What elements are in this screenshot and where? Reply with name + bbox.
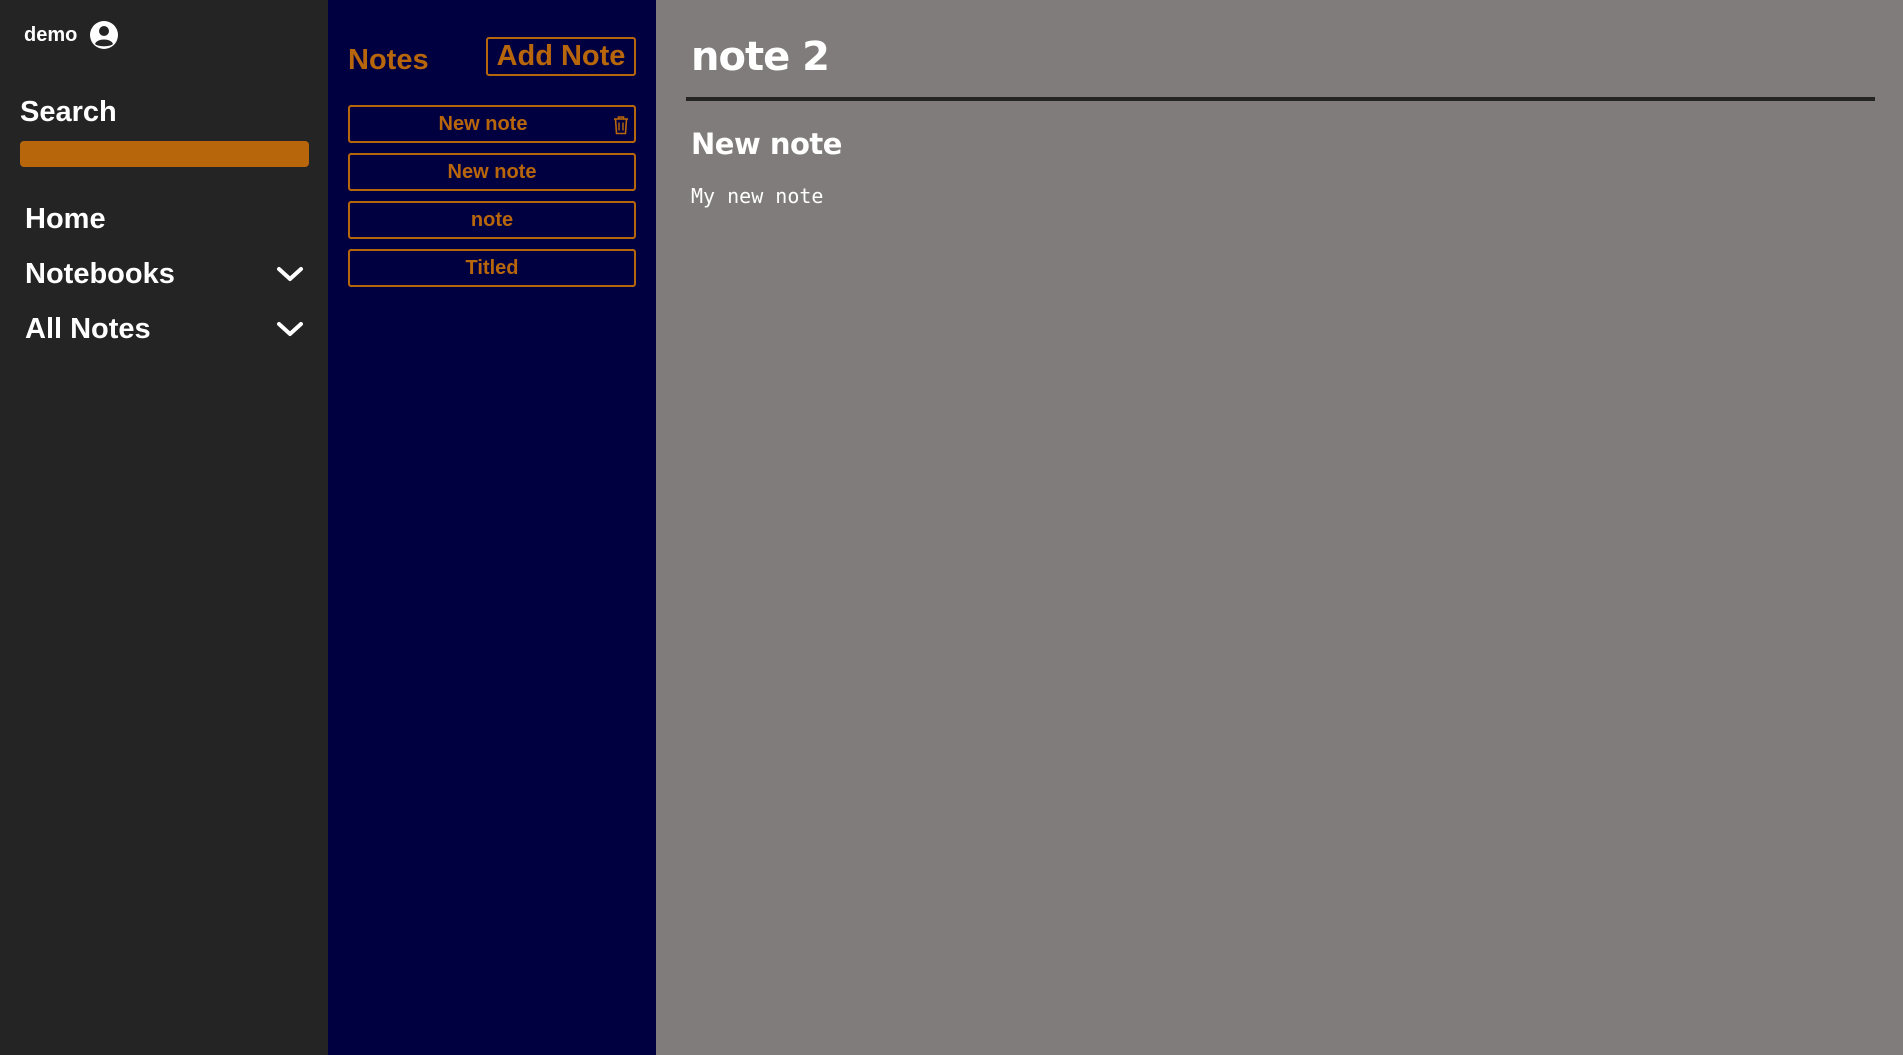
nav-item-all-notes[interactable]: All Notes bbox=[25, 307, 305, 351]
note-list-item[interactable]: Titled bbox=[348, 249, 636, 287]
note-list-item[interactable]: note bbox=[348, 201, 636, 239]
note-title[interactable]: note 2 bbox=[691, 34, 830, 80]
note-content-heading[interactable]: New note bbox=[691, 127, 842, 161]
username: demo bbox=[24, 23, 78, 46]
chevron-down-icon[interactable] bbox=[275, 314, 305, 344]
note-list-item-title: note bbox=[470, 208, 514, 231]
notes-panel: Notes Add Note New note New note note Ti… bbox=[328, 0, 656, 1055]
add-note-button[interactable]: Add Note bbox=[486, 37, 636, 76]
sidebar: demo Search Home Notebooks All Notes bbox=[0, 0, 328, 1055]
title-divider bbox=[686, 97, 1875, 101]
nav-item-notebooks[interactable]: Notebooks bbox=[25, 252, 305, 296]
user-profile[interactable]: demo bbox=[24, 20, 119, 50]
nav-item-label: All Notes bbox=[25, 312, 151, 345]
note-list-item-title: Titled bbox=[465, 256, 519, 279]
user-circle-icon[interactable] bbox=[89, 20, 119, 50]
search-input[interactable] bbox=[20, 141, 309, 167]
nav-item-home[interactable]: Home bbox=[25, 197, 305, 241]
nav-item-label: Home bbox=[25, 202, 106, 235]
chevron-down-icon[interactable] bbox=[275, 259, 305, 289]
note-editor: note 2 New note My new note bbox=[656, 0, 1903, 1055]
note-list-item[interactable]: New note bbox=[348, 153, 636, 191]
trash-icon[interactable] bbox=[612, 115, 630, 135]
note-content-body[interactable]: My new note bbox=[691, 184, 823, 208]
note-list-item-title: New note bbox=[438, 112, 528, 135]
note-list-item[interactable]: New note bbox=[348, 105, 636, 143]
search-label: Search bbox=[20, 96, 117, 128]
nav-item-label: Notebooks bbox=[25, 257, 175, 290]
note-list-item-title: New note bbox=[447, 160, 537, 183]
notes-panel-title: Notes bbox=[348, 44, 429, 76]
